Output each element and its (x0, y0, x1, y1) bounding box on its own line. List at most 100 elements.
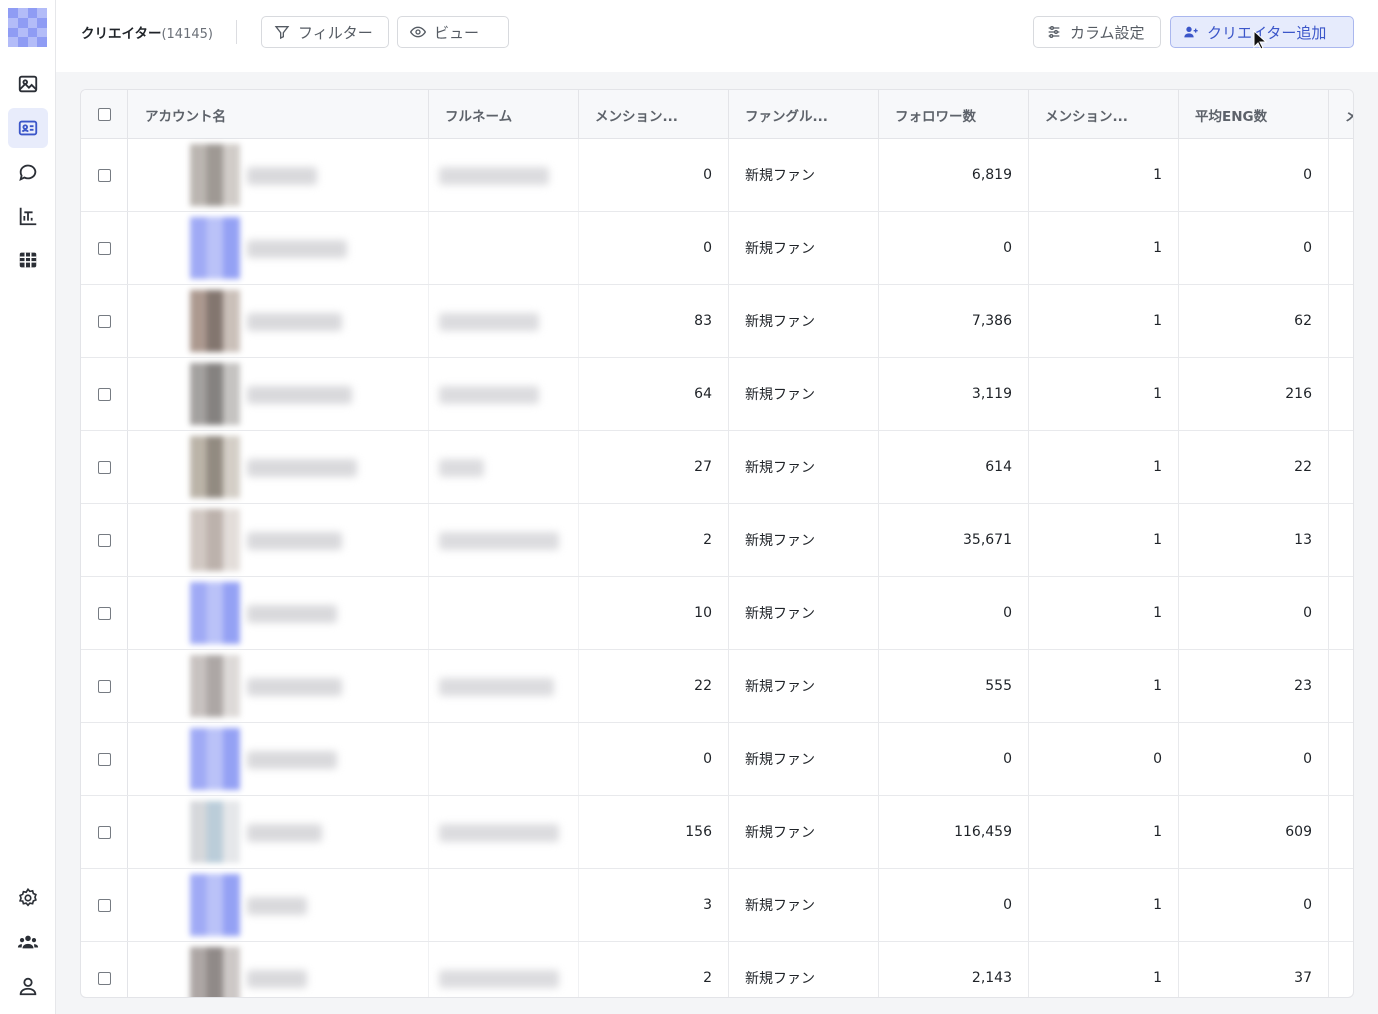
select-all-checkbox[interactable] (97, 108, 111, 121)
fullname-cell (429, 358, 579, 430)
account-cell[interactable] (129, 285, 429, 357)
account-cell[interactable] (129, 577, 429, 649)
row-checkbox[interactable] (97, 752, 111, 766)
account-cell[interactable] (129, 139, 429, 211)
account-cell[interactable] (129, 869, 429, 941)
row-checkbox[interactable] (97, 606, 111, 620)
column-settings-button[interactable]: カラム設定 (1033, 16, 1161, 48)
app-logo[interactable] (8, 8, 47, 47)
avg-eng-cell: 62 (1179, 285, 1329, 357)
account-cell[interactable] (129, 723, 429, 795)
followers-value: 614 (985, 459, 1012, 475)
table-row[interactable]: 83 新規ファン 7,386 1 62 (81, 285, 1353, 358)
mentions-value: 0 (703, 751, 712, 767)
followers-value: 7,386 (971, 313, 1012, 329)
column-header-fullname[interactable]: フルネーム (429, 90, 579, 139)
fullname-redacted (439, 386, 539, 404)
column-header-avg-eng[interactable]: 平均ENG数 (1179, 90, 1329, 139)
page-scrollbar[interactable] (1362, 72, 1378, 1014)
account-cell[interactable] (129, 650, 429, 722)
sidebar-item-team[interactable] (8, 922, 48, 962)
followers-cell: 3,119 (879, 358, 1029, 430)
avg-eng-value: 0 (1303, 167, 1312, 183)
account-cell[interactable] (129, 212, 429, 284)
fan-group-cell: 新規ファン (729, 650, 879, 722)
mentions-value: 156 (685, 824, 712, 840)
row-checkbox[interactable] (97, 241, 111, 255)
row-checkbox[interactable] (97, 168, 111, 182)
column-header-label: メンション... (595, 108, 678, 125)
gear-icon (18, 887, 37, 907)
sidebar-item-tables[interactable] (8, 240, 48, 280)
chat-bubble-icon (19, 164, 37, 182)
mentions-2-cell: 1 (1029, 358, 1179, 430)
row-select-cell (81, 358, 128, 430)
row-checkbox[interactable] (97, 971, 111, 985)
account-cell[interactable] (129, 796, 429, 868)
column-header-mentions[interactable]: メンション... (579, 90, 729, 139)
mentions-cell: 0 (579, 212, 729, 284)
table-row[interactable]: 156 新規ファン 116,459 1 609 (81, 796, 1353, 869)
truncated-cell (1329, 942, 1353, 997)
sidebar-item-account[interactable] (8, 966, 48, 1006)
fan-group-cell: 新規ファン (729, 723, 879, 795)
fan-group-cell: 新規ファン (729, 358, 879, 430)
row-checkbox[interactable] (97, 825, 111, 839)
column-header-followers[interactable]: フォロワー数 (879, 90, 1029, 139)
account-cell[interactable] (129, 431, 429, 503)
table-row[interactable]: 0 新規ファン 0 0 0 (81, 723, 1353, 796)
fullname-cell (429, 723, 579, 795)
filter-button[interactable]: フィルター (261, 16, 389, 48)
table-row[interactable]: 2 新規ファン 2,143 1 37 (81, 942, 1353, 997)
followers-value: 116,459 (954, 824, 1012, 840)
table-row[interactable]: 27 新規ファン 614 1 22 (81, 431, 1353, 504)
row-checkbox[interactable] (97, 679, 111, 693)
mentions-value: 0 (703, 167, 712, 183)
truncated-cell (1329, 796, 1353, 868)
table-row[interactable]: 3 新規ファン 0 1 0 (81, 869, 1353, 942)
column-header-fan-group[interactable]: ファングル... (729, 90, 879, 139)
row-checkbox[interactable] (97, 898, 111, 912)
sidebar-item-images[interactable] (8, 64, 48, 104)
account-cell[interactable] (129, 504, 429, 576)
row-checkbox[interactable] (97, 314, 111, 328)
avatar (190, 801, 240, 863)
avatar (190, 290, 240, 352)
table-row[interactable]: 0 新規ファン 0 1 0 (81, 212, 1353, 285)
account-name-redacted (247, 678, 342, 696)
fan-group-value: 新規ファン (745, 314, 815, 330)
table-row[interactable]: 64 新規ファン 3,119 1 216 (81, 358, 1353, 431)
avatar (190, 874, 240, 936)
row-checkbox[interactable] (97, 533, 111, 547)
account-name-redacted (247, 167, 317, 185)
account-cell[interactable] (129, 358, 429, 430)
avg-eng-cell: 23 (1179, 650, 1329, 722)
table-row[interactable]: 0 新規ファン 6,819 1 0 (81, 139, 1353, 212)
table-header: アカウント名 フルネーム メンション... ファングル... フォロワー数 メン… (81, 90, 1353, 139)
view-button[interactable]: ビュー (397, 16, 509, 48)
creator-count: (14145) (161, 27, 213, 42)
table-row[interactable]: 10 新規ファン 0 1 0 (81, 577, 1353, 650)
row-checkbox[interactable] (97, 387, 111, 401)
account-name-redacted (247, 532, 342, 550)
account-cell[interactable] (129, 942, 429, 997)
fan-group-cell: 新規ファン (729, 577, 879, 649)
mentions-2-cell: 1 (1029, 431, 1179, 503)
fan-group-value: 新規ファン (745, 460, 815, 476)
column-header-mentions-2[interactable]: メンション... (1029, 90, 1179, 139)
sidebar-item-creators[interactable] (8, 108, 48, 148)
column-header-truncated[interactable]: メ (1329, 90, 1353, 139)
sidebar-item-analytics[interactable] (8, 196, 48, 236)
followers-cell: 0 (879, 577, 1029, 649)
table-row[interactable]: 2 新規ファン 35,671 1 13 (81, 504, 1353, 577)
filter-button-label: フィルター (298, 23, 373, 42)
avg-eng-cell: 22 (1179, 431, 1329, 503)
mentions-cell: 0 (579, 723, 729, 795)
sidebar-item-messages[interactable] (8, 152, 48, 192)
avg-eng-cell: 216 (1179, 358, 1329, 430)
table-row[interactable]: 22 新規ファン 555 1 23 (81, 650, 1353, 723)
column-header-account[interactable]: アカウント名 (129, 90, 429, 139)
sidebar-item-settings[interactable] (8, 878, 48, 918)
row-checkbox[interactable] (97, 460, 111, 474)
column-header-label: メ (1345, 105, 1353, 125)
